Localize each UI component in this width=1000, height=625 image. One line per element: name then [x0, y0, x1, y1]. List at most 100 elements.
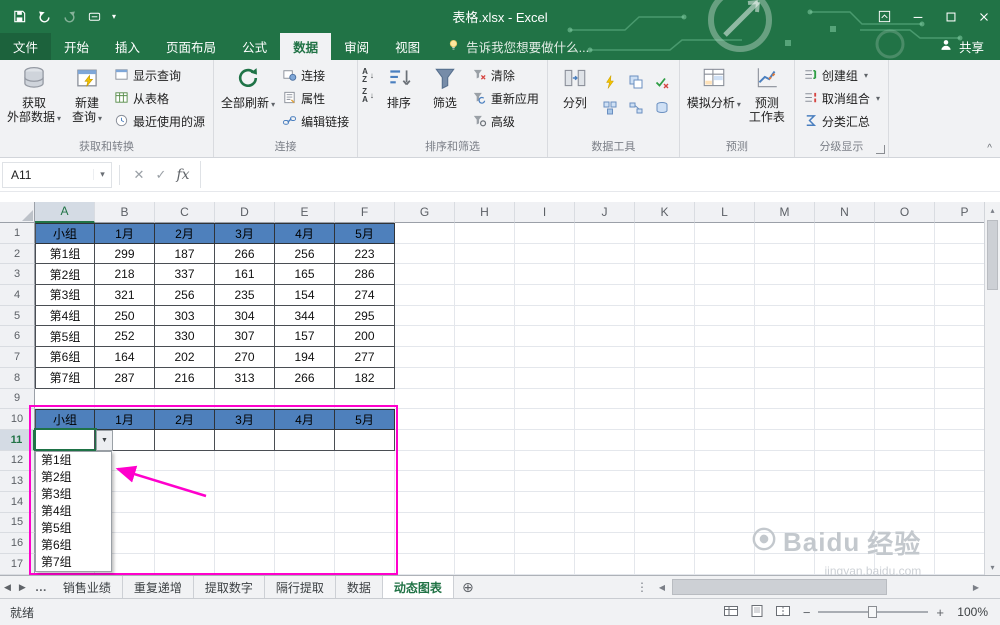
grid-cell[interactable]: 5月 [335, 409, 395, 430]
grid-cell[interactable] [935, 430, 984, 451]
grid-cell[interactable] [155, 429, 215, 451]
grid-cell[interactable]: 第2组 [35, 264, 95, 286]
sheet-nav-right-icon[interactable]: ▶ [15, 576, 30, 598]
grid-cell[interactable]: 157 [275, 326, 335, 348]
grid-cell[interactable]: 1月 [95, 223, 155, 244]
column-header[interactable]: D [215, 202, 275, 223]
grid-cell[interactable] [815, 450, 875, 472]
grid-cell[interactable] [875, 471, 935, 492]
grid-cell[interactable] [395, 554, 455, 575]
grid-cell[interactable] [575, 305, 635, 327]
grid-cell[interactable] [875, 347, 935, 368]
grid-cell[interactable] [815, 409, 875, 430]
grid-cell[interactable] [395, 491, 455, 513]
grid-cell[interactable] [875, 264, 935, 286]
grid-cell[interactable]: 第4组 [35, 305, 95, 327]
row-header[interactable]: 3 [0, 264, 35, 286]
grid-cell[interactable] [455, 388, 515, 410]
grid-cell[interactable] [755, 367, 815, 389]
grid-cell[interactable] [695, 471, 755, 492]
grid-cell[interactable] [935, 368, 984, 389]
grid-cell[interactable] [215, 491, 275, 513]
grid-cell[interactable] [935, 306, 984, 327]
grid-cell[interactable]: 256 [275, 243, 335, 265]
grid-cell[interactable]: 第5组 [35, 326, 95, 348]
dialog-launcher-icon[interactable] [875, 145, 885, 154]
show-queries-button[interactable]: 显示查询 [110, 65, 209, 86]
grid-cell[interactable] [515, 285, 575, 306]
grid-cell[interactable] [635, 243, 695, 265]
grid-cell[interactable] [755, 223, 815, 244]
save-icon[interactable] [12, 9, 27, 24]
column-header[interactable]: G [395, 202, 455, 223]
grid-cell[interactable] [755, 471, 815, 492]
grid-cell[interactable] [875, 326, 935, 348]
data-validation-icon[interactable] [650, 69, 675, 94]
grid-cell[interactable]: 223 [335, 243, 395, 265]
ribbon-tab[interactable]: 审阅 [331, 33, 382, 60]
grid-cell[interactable] [575, 429, 635, 451]
grid-cell[interactable] [815, 471, 875, 492]
column-header[interactable]: P [935, 202, 984, 223]
grid-cell[interactable] [455, 285, 515, 306]
grid-cell[interactable] [395, 285, 455, 306]
chevron-down-icon[interactable]: ▾ [93, 169, 111, 180]
refresh-all-button[interactable]: 全部刷新 ▾ [218, 61, 278, 137]
column-header[interactable]: B [95, 202, 155, 223]
ribbon-tab[interactable]: 公式 [229, 33, 280, 60]
column-header[interactable]: M [755, 202, 815, 223]
horizontal-scrollbar[interactable]: ◀ ▶ [654, 576, 984, 598]
grid-cell[interactable] [575, 326, 635, 348]
grid-cell[interactable] [515, 347, 575, 368]
grid-cell[interactable] [815, 429, 875, 451]
grid-cell[interactable] [275, 554, 335, 575]
row-header[interactable]: 9 [0, 388, 35, 410]
grid-cell[interactable] [695, 512, 755, 534]
grid-cell[interactable] [695, 264, 755, 286]
grid-cell[interactable]: 161 [215, 264, 275, 286]
scroll-left-icon[interactable]: ◀ [654, 583, 670, 592]
grid-cell[interactable] [455, 512, 515, 534]
grid-cell[interactable] [815, 305, 875, 327]
grid-cell[interactable] [755, 305, 815, 327]
grid-cell[interactable] [515, 305, 575, 327]
dropdown-item[interactable]: 第7组 [36, 554, 111, 571]
grid-cell[interactable] [395, 512, 455, 534]
grid-cell[interactable] [635, 223, 695, 244]
grid-cell[interactable]: 270 [215, 347, 275, 368]
grid-cell[interactable]: 小组 [35, 223, 95, 244]
dropdown-item[interactable]: 第3组 [36, 486, 111, 503]
cancel-icon[interactable]: ✕ [128, 167, 150, 183]
dropdown-item[interactable]: 第4组 [36, 503, 111, 520]
grid-cell[interactable] [875, 223, 935, 244]
grid-cell[interactable] [575, 471, 635, 492]
grid-cell[interactable]: 344 [275, 305, 335, 327]
grid-cell[interactable]: 1月 [95, 409, 155, 430]
row-header[interactable]: 4 [0, 285, 35, 306]
grid-cell[interactable] [635, 409, 695, 430]
group-button[interactable]: 创建组 ▾ [799, 65, 884, 86]
grid-cell[interactable]: 304 [215, 305, 275, 327]
grid-cell[interactable] [155, 533, 215, 554]
recent-sources-button[interactable]: 最近使用的源 [110, 111, 209, 132]
page-break-view-icon[interactable] [775, 604, 791, 621]
add-sheet-button[interactable]: ⊕ [454, 576, 482, 598]
grid-cell[interactable] [515, 223, 575, 244]
grid-cell[interactable]: 202 [155, 347, 215, 368]
edit-links-button[interactable]: 编辑链接 [278, 111, 353, 132]
grid-cell[interactable]: 287 [95, 367, 155, 389]
grid-cell[interactable] [935, 264, 984, 286]
grid-cell[interactable] [275, 512, 335, 534]
grid-cell[interactable] [215, 450, 275, 472]
column-header[interactable]: I [515, 202, 575, 223]
grid-cell[interactable] [755, 429, 815, 451]
grid-cell[interactable] [515, 554, 575, 575]
formula-input[interactable] [200, 161, 1000, 188]
customize-qat-icon[interactable]: ▾ [112, 12, 116, 21]
ribbon-tab[interactable]: 视图 [382, 33, 433, 60]
grid-cell[interactable] [515, 326, 575, 348]
grid-cell[interactable] [515, 243, 575, 265]
grid-cell[interactable] [275, 471, 335, 492]
grid-cell[interactable] [455, 491, 515, 513]
grid-cell[interactable] [515, 512, 575, 534]
